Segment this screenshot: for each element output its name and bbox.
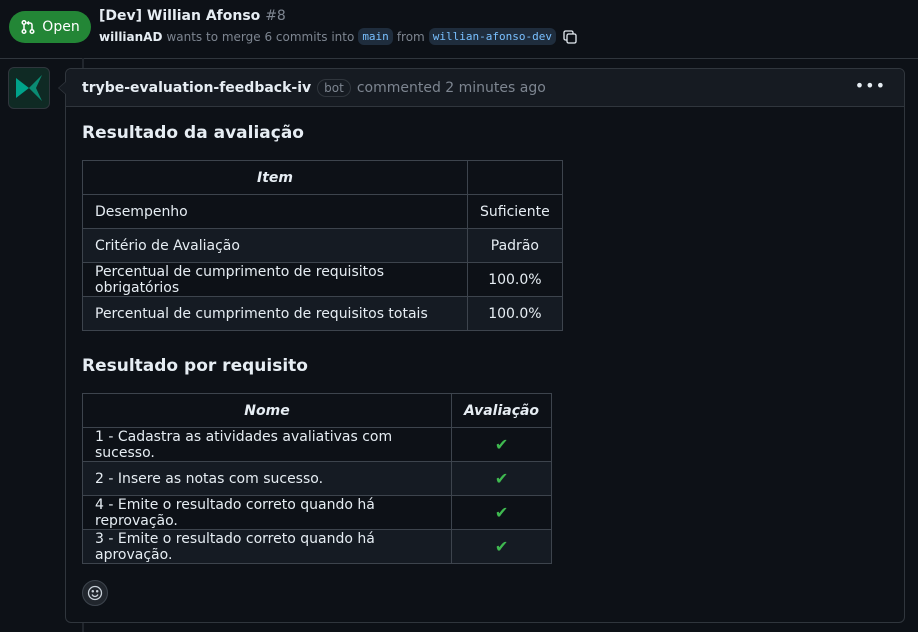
head-branch[interactable]: willian-afonso-dev [428, 28, 556, 45]
merge-text: wants to merge 6 commits into [166, 29, 355, 44]
table-row: 2 - Insere as notas com sucesso. ✔ [82, 461, 553, 496]
requirements-table: Nome Avaliação 1 - Cadastra as atividade… [82, 393, 553, 564]
table-cell: Desempenho [82, 194, 468, 229]
table-row: 3 - Emite o resultado correto quando há … [82, 529, 553, 564]
requirement-name: 4 - Emite o resultado correto quando há … [82, 495, 452, 530]
comment-header: trybe-evaluation-feedback-iv bot comment… [58, 69, 904, 107]
pr-status-label: Open [42, 19, 80, 35]
table-row: 1 - Cadastra as atividades avaliativas c… [82, 427, 553, 462]
table-header-row: Nome Avaliação [82, 393, 553, 428]
table-row: Percentual de cumprimento de requisitos … [82, 262, 563, 297]
table-row: 4 - Emite o resultado correto quando há … [82, 495, 553, 530]
pr-status-badge: Open [9, 11, 91, 43]
column-header-item: Item [82, 160, 468, 195]
add-reaction-button[interactable] [82, 580, 108, 606]
kebab-horizontal-icon[interactable]: ••• [855, 78, 886, 94]
table-cell: Critério de Avaliação [82, 228, 468, 263]
pr-merge-summary: willianAD wants to merge 6 commits into … [99, 28, 578, 45]
requirement-name: 2 - Insere as notas com sucesso. [82, 461, 452, 496]
base-branch[interactable]: main [358, 28, 393, 45]
git-pull-request-icon [21, 19, 35, 35]
pr-number: #8 [265, 8, 286, 24]
table-row: Desempenho Suficiente [82, 194, 563, 229]
smiley-icon [87, 585, 103, 601]
requirement-name: 1 - Cadastra as atividades avaliativas c… [82, 427, 452, 462]
column-header-value [467, 160, 563, 195]
column-header-nome: Nome [82, 393, 452, 428]
comment-pointer [58, 81, 66, 95]
avatar[interactable] [8, 67, 50, 109]
table-cell: Percentual de cumprimento de requisitos … [82, 296, 468, 331]
table-header-row: Item [82, 160, 563, 195]
comment-card: trybe-evaluation-feedback-iv bot comment… [58, 68, 905, 623]
table-cell: Padrão [467, 228, 563, 263]
pr-header: Open [Dev] Willian Afonso #8 willianAD w… [0, 0, 918, 59]
table-row: Percentual de cumprimento de requisitos … [82, 296, 563, 331]
requirement-name: 3 - Emite o resultado correto quando há … [82, 529, 452, 564]
pr-title-text: [Dev] Willian Afonso [99, 8, 261, 24]
check-icon: ✔ [450, 529, 553, 564]
trybe-logo [16, 75, 42, 101]
bot-badge: bot [317, 78, 351, 97]
table-cell: Percentual de cumprimento de requisitos … [82, 262, 468, 297]
section-title-requisitos: Resultado por requisito [82, 356, 308, 376]
check-icon: ✔ [450, 461, 553, 496]
table-cell: 100.0% [467, 262, 563, 297]
column-header-avaliacao: Avaliação [450, 393, 553, 428]
check-icon: ✔ [450, 495, 553, 530]
evaluation-table: Item Desempenho Suficiente Critério de A… [82, 160, 563, 331]
comment-timestamp[interactable]: commented 2 minutes ago [357, 80, 546, 96]
pr-title: [Dev] Willian Afonso #8 [99, 8, 286, 24]
from-text: from [396, 29, 425, 44]
section-title-resultado: Resultado da avaliação [82, 123, 304, 143]
check-icon: ✔ [450, 427, 553, 462]
comment-author[interactable]: trybe-evaluation-feedback-iv [82, 80, 311, 96]
table-cell: Suficiente [467, 194, 563, 229]
copy-icon[interactable] [562, 29, 578, 45]
table-row: Critério de Avaliação Padrão [82, 228, 563, 263]
table-cell: 100.0% [467, 296, 563, 331]
pr-author-link[interactable]: willianAD [99, 30, 162, 44]
